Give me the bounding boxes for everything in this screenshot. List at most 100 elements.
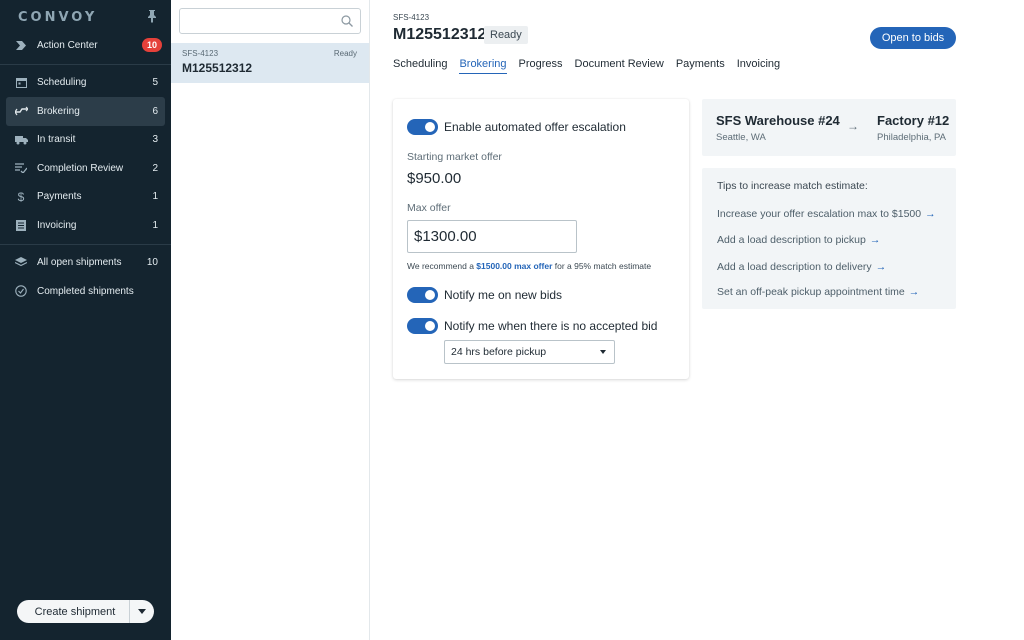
chevron-down-icon[interactable] <box>130 609 154 614</box>
destination-city: Philadelphia, PA <box>877 132 947 143</box>
sidebar-item-count: 10 <box>146 257 158 269</box>
sidebar-item-invoicing[interactable]: Invoicing 1 <box>0 211 171 240</box>
recommend-link[interactable]: $1500.00 max offer <box>476 261 552 271</box>
action-center-icon <box>14 39 28 51</box>
route-summary: SFS Warehouse #24 Seattle, WA → Factory … <box>702 99 956 156</box>
notify-no-accept-row: Notify me when there is no accepted bid <box>407 318 657 334</box>
layers-icon <box>14 257 28 269</box>
sidebar-nav: Action Center 10 Scheduling 5 Brokering … <box>0 31 171 306</box>
tab-payments[interactable]: Payments <box>676 58 725 74</box>
sidebar-item-action-center[interactable]: Action Center 10 <box>0 31 171 60</box>
starting-offer-label: Starting market offer <box>407 151 502 163</box>
notify-no-accept-toggle[interactable] <box>407 318 438 334</box>
open-to-bids-button[interactable]: Open to bids <box>870 27 956 49</box>
escalation-row: Enable automated offer escalation <box>407 119 626 135</box>
arrow-right-icon: → <box>875 261 887 273</box>
sidebar-item-count: 1 <box>152 191 158 203</box>
truck-icon <box>14 134 28 146</box>
sidebar-item-count: 5 <box>152 77 158 89</box>
sidebar-item-count: 6 <box>152 105 158 117</box>
tab-bar: Scheduling Brokering Progress Document R… <box>393 58 792 74</box>
list-item[interactable]: SFS-4123 Ready M125512312 <box>171 43 369 83</box>
sidebar-item-brokering[interactable]: Brokering 6 <box>6 97 165 126</box>
divider <box>0 63 171 65</box>
recommendation-text: We recommend a $1500.00 max offer for a … <box>407 261 651 271</box>
pin-icon[interactable] <box>146 9 158 23</box>
sidebar-item-completed-shipments[interactable]: Completed shipments <box>0 277 171 306</box>
sidebar-item-all-open-shipments[interactable]: All open shipments 10 <box>0 249 171 278</box>
route-destination: Factory #12 Philadelphia, PA <box>877 113 949 143</box>
escalation-toggle[interactable] <box>407 119 438 135</box>
sidebar-item-label: Completed shipments <box>37 285 134 297</box>
route-origin: SFS Warehouse #24 Seattle, WA <box>716 113 840 143</box>
dollar-icon: $ <box>17 189 25 204</box>
sidebar-item-completion-review[interactable]: Completion Review 2 <box>0 154 171 183</box>
notify-no-accept-label: Notify me when there is no accepted bid <box>444 319 658 333</box>
list-item-status: Ready <box>333 49 357 58</box>
tip-text: Add a load description to delivery <box>717 261 872 273</box>
shipment-list-panel: SFS-4123 Ready M125512312 <box>171 0 370 640</box>
tip-text: Increase your offer escalation max to $1… <box>717 208 922 220</box>
divider <box>0 243 171 245</box>
origin-city: Seattle, WA <box>716 132 766 143</box>
create-shipment-button[interactable]: Create shipment <box>17 600 154 623</box>
sidebar-item-label: Scheduling <box>37 77 87 89</box>
recommend-suffix: for a 95% match estimate <box>552 261 652 271</box>
recommend-prefix: We recommend a <box>407 261 477 271</box>
tab-brokering[interactable]: Brokering <box>459 58 507 74</box>
sidebar-item-label: All open shipments <box>37 257 122 269</box>
action-center-badge: 10 <box>141 38 162 53</box>
destination-name: Factory #12 <box>877 113 950 128</box>
notify-timing-select[interactable]: 24 hrs before pickup <box>444 340 615 364</box>
sidebar-item-label: Completion Review <box>37 162 124 174</box>
brokering-settings-card: Enable automated offer escalation Starti… <box>393 99 689 379</box>
search-input[interactable] <box>179 8 361 34</box>
tip-link[interactable]: Add a load description to pickup → <box>717 234 880 246</box>
tab-document-review[interactable]: Document Review <box>575 58 664 74</box>
arrow-right-icon: → <box>908 286 920 298</box>
tip-link[interactable]: Add a load description to delivery → <box>717 261 886 273</box>
sidebar-item-count: 3 <box>152 134 158 146</box>
tip-link[interactable]: Increase your offer escalation max to $1… <box>717 208 936 220</box>
brokering-icon <box>14 105 28 117</box>
notify-bids-toggle[interactable] <box>407 287 438 303</box>
page-title: M125512312 <box>393 26 487 43</box>
max-offer-label: Max offer <box>407 202 451 214</box>
brand-logo[interactable]: CONVOY <box>18 10 97 25</box>
invoice-icon <box>14 219 28 231</box>
sidebar-item-label: Brokering <box>37 105 80 117</box>
main-content: SFS-4123 M125512312 Ready Open to bids S… <box>370 0 1024 640</box>
create-shipment-label: Create shipment <box>34 605 116 618</box>
notify-bids-row: Notify me on new bids <box>407 287 562 303</box>
max-offer-input[interactable]: $1300.00 <box>407 220 577 253</box>
list-item-id: SFS-4123 <box>182 49 219 58</box>
arrow-right-icon: → <box>847 119 859 133</box>
sidebar-item-payments[interactable]: $ Payments 1 <box>0 183 171 212</box>
tab-scheduling[interactable]: Scheduling <box>393 58 447 74</box>
sidebar-item-label: Invoicing <box>37 219 77 231</box>
tips-title: Tips to increase match estimate: <box>717 180 868 192</box>
tab-progress[interactable]: Progress <box>519 58 563 74</box>
sidebar-item-count: 1 <box>152 219 158 231</box>
sidebar-item-in-transit[interactable]: In transit 3 <box>0 126 171 155</box>
sidebar-item-scheduling[interactable]: Scheduling 5 <box>0 69 171 98</box>
sidebar-item-label: In transit <box>37 134 76 146</box>
tip-text: Add a load description to pickup <box>717 234 866 246</box>
sidebar: CONVOY Action Center 10 Scheduling 5 Bro… <box>0 0 171 640</box>
match-tips-panel: Tips to increase match estimate: Increas… <box>702 168 956 309</box>
notify-bids-label: Notify me on new bids <box>444 288 563 302</box>
chevron-down-icon <box>600 350 606 354</box>
tab-invoicing[interactable]: Invoicing <box>737 58 780 74</box>
review-icon <box>14 162 28 174</box>
starting-offer-value: $950.00 <box>407 170 462 187</box>
sidebar-item-count: 2 <box>152 162 158 174</box>
search-icon[interactable] <box>341 15 353 27</box>
tip-link[interactable]: Set an off-peak pickup appointment time → <box>717 286 919 298</box>
shipment-sub-id: SFS-4123 <box>393 13 430 22</box>
arrow-right-icon: → <box>869 234 881 246</box>
escalation-label: Enable automated offer escalation <box>444 120 626 134</box>
notify-timing-value: 24 hrs before pickup <box>451 346 547 358</box>
sidebar-item-label: Action Center <box>37 39 98 51</box>
arrow-right-icon: → <box>925 208 936 220</box>
origin-name: SFS Warehouse #24 <box>716 113 840 128</box>
